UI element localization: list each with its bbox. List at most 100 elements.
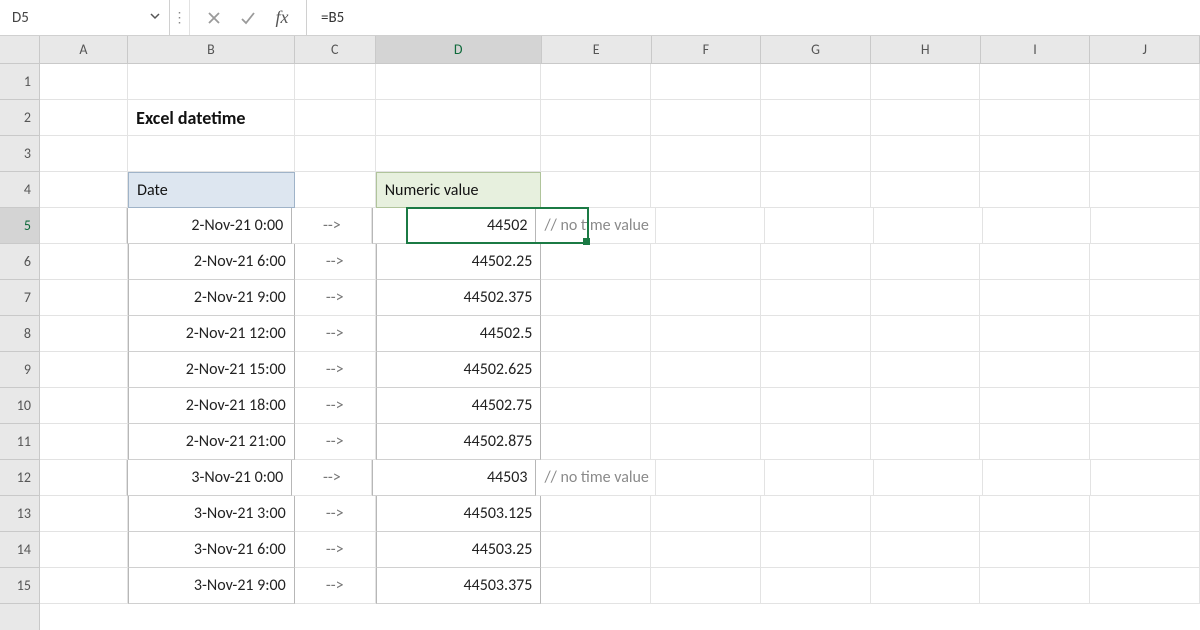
cell-B12[interactable]: 3-Nov-21 0:00 bbox=[127, 460, 292, 496]
cell-F15[interactable] bbox=[651, 568, 761, 604]
cell-C11[interactable]: --> bbox=[295, 424, 376, 460]
cell-E12[interactable]: // no time value bbox=[536, 460, 656, 496]
cell-G6[interactable] bbox=[761, 244, 871, 280]
row-header-8[interactable]: 8 bbox=[0, 316, 39, 352]
cell-C4[interactable] bbox=[295, 172, 376, 208]
cell-B4[interactable]: Date bbox=[128, 172, 295, 208]
cell-E15[interactable] bbox=[541, 568, 651, 604]
cell-A10[interactable] bbox=[40, 388, 128, 424]
cell-A15[interactable] bbox=[40, 568, 128, 604]
cell-G1[interactable] bbox=[761, 64, 871, 100]
row-header-3[interactable]: 3 bbox=[0, 136, 39, 172]
cell-C1[interactable] bbox=[295, 64, 376, 100]
cell-D10[interactable]: 44502.75 bbox=[376, 388, 542, 424]
cell-B2[interactable]: Excel datetime bbox=[128, 100, 295, 136]
cell-D5[interactable]: 44502 bbox=[372, 208, 536, 244]
cell-D7[interactable]: 44502.375 bbox=[376, 280, 542, 316]
cell-J14[interactable] bbox=[1090, 532, 1200, 568]
cell-B6[interactable]: 2-Nov-21 6:00 bbox=[128, 244, 295, 280]
cell-J12[interactable] bbox=[1091, 460, 1200, 496]
cell-A4[interactable] bbox=[40, 172, 128, 208]
cell-A11[interactable] bbox=[40, 424, 128, 460]
cell-F4[interactable] bbox=[651, 172, 761, 208]
cell-F9[interactable] bbox=[651, 352, 761, 388]
cell-J8[interactable] bbox=[1090, 316, 1200, 352]
cell-C8[interactable]: --> bbox=[295, 316, 376, 352]
cell-D4[interactable]: Numeric value bbox=[376, 172, 542, 208]
cell-G2[interactable] bbox=[761, 100, 871, 136]
cell-H9[interactable] bbox=[871, 352, 981, 388]
select-all-corner[interactable] bbox=[0, 36, 40, 64]
cell-I12[interactable] bbox=[983, 460, 1092, 496]
cell-F5[interactable] bbox=[656, 208, 765, 244]
cell-B7[interactable]: 2-Nov-21 9:00 bbox=[128, 280, 295, 316]
cell-E7[interactable] bbox=[541, 280, 651, 316]
cell-J10[interactable] bbox=[1090, 388, 1200, 424]
insert-function-icon[interactable]: fx bbox=[270, 6, 294, 30]
cell-J7[interactable] bbox=[1090, 280, 1200, 316]
cell-D11[interactable]: 44502.875 bbox=[376, 424, 542, 460]
cell-B10[interactable]: 2-Nov-21 18:00 bbox=[128, 388, 295, 424]
cell-B14[interactable]: 3-Nov-21 6:00 bbox=[128, 532, 295, 568]
cell-G7[interactable] bbox=[761, 280, 871, 316]
cell-H6[interactable] bbox=[871, 244, 981, 280]
row-header-7[interactable]: 7 bbox=[0, 280, 39, 316]
cell-H7[interactable] bbox=[871, 280, 981, 316]
row-header-11[interactable]: 11 bbox=[0, 424, 39, 460]
cell-E5[interactable]: // no time value bbox=[536, 208, 656, 244]
cell-D1[interactable] bbox=[376, 64, 542, 100]
cell-H8[interactable] bbox=[871, 316, 981, 352]
cell-G13[interactable] bbox=[761, 496, 871, 532]
cell-A8[interactable] bbox=[40, 316, 128, 352]
cell-H11[interactable] bbox=[871, 424, 981, 460]
cell-E9[interactable] bbox=[541, 352, 651, 388]
cell-I11[interactable] bbox=[980, 424, 1090, 460]
cell-J5[interactable] bbox=[1091, 208, 1200, 244]
cell-D3[interactable] bbox=[376, 136, 542, 172]
cell-H5[interactable] bbox=[874, 208, 983, 244]
cancel-icon[interactable] bbox=[202, 6, 226, 30]
cell-J2[interactable] bbox=[1090, 100, 1200, 136]
cell-I13[interactable] bbox=[980, 496, 1090, 532]
cell-D8[interactable]: 44502.5 bbox=[376, 316, 542, 352]
cell-H15[interactable] bbox=[871, 568, 981, 604]
cell-I1[interactable] bbox=[980, 64, 1090, 100]
cell-I9[interactable] bbox=[980, 352, 1090, 388]
row-header-2[interactable]: 2 bbox=[0, 100, 39, 136]
cell-B11[interactable]: 2-Nov-21 21:00 bbox=[128, 424, 295, 460]
cells-area[interactable]: Excel datetime Date Numeric value 2-Nov-21 … bbox=[40, 64, 1200, 630]
name-box[interactable]: D5 bbox=[0, 0, 170, 35]
cell-D9[interactable]: 44502.625 bbox=[376, 352, 542, 388]
cell-G14[interactable] bbox=[761, 532, 871, 568]
col-header-C[interactable]: C bbox=[295, 36, 375, 63]
cell-H12[interactable] bbox=[874, 460, 983, 496]
row-header-9[interactable]: 9 bbox=[0, 352, 39, 388]
row-header-13[interactable]: 13 bbox=[0, 496, 39, 532]
cell-B5[interactable]: 2-Nov-21 0:00 bbox=[127, 208, 292, 244]
cell-C7[interactable]: --> bbox=[295, 280, 376, 316]
cell-E14[interactable] bbox=[541, 532, 651, 568]
cell-G4[interactable] bbox=[761, 172, 871, 208]
divider-handle[interactable]: ⋮ bbox=[170, 0, 190, 35]
cell-F14[interactable] bbox=[651, 532, 761, 568]
row-header-1[interactable]: 1 bbox=[0, 64, 39, 100]
cell-F2[interactable] bbox=[651, 100, 761, 136]
cell-I15[interactable] bbox=[980, 568, 1090, 604]
cell-B9[interactable]: 2-Nov-21 15:00 bbox=[128, 352, 295, 388]
row-header-4[interactable]: 4 bbox=[0, 172, 39, 208]
cell-J9[interactable] bbox=[1090, 352, 1200, 388]
cell-D13[interactable]: 44503.125 bbox=[376, 496, 542, 532]
cell-C9[interactable]: --> bbox=[295, 352, 376, 388]
enter-icon[interactable] bbox=[236, 6, 260, 30]
cell-H2[interactable] bbox=[871, 100, 981, 136]
cell-G3[interactable] bbox=[761, 136, 871, 172]
cell-J4[interactable] bbox=[1090, 172, 1200, 208]
cell-C14[interactable]: --> bbox=[295, 532, 376, 568]
cell-E4[interactable] bbox=[541, 172, 651, 208]
cell-I4[interactable] bbox=[980, 172, 1090, 208]
cell-I6[interactable] bbox=[980, 244, 1090, 280]
cell-G15[interactable] bbox=[761, 568, 871, 604]
cell-G12[interactable] bbox=[765, 460, 874, 496]
cell-C13[interactable]: --> bbox=[295, 496, 376, 532]
cell-A6[interactable] bbox=[40, 244, 128, 280]
